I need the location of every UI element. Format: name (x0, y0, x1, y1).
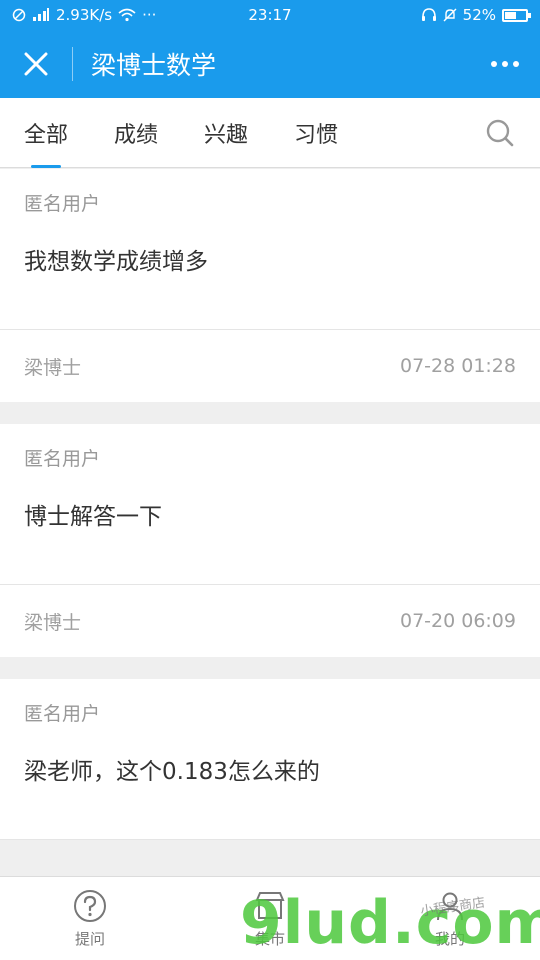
question-icon (74, 890, 106, 922)
post-replier: 梁博士 (24, 611, 82, 634)
mute-bell-icon (443, 8, 457, 22)
post-author: 匿名用户 (24, 448, 101, 470)
wifi-icon (118, 8, 136, 22)
nav-bar: 梁博士数学 (0, 30, 540, 98)
post-text: 梁老师，这个0.183怎么来的 (24, 759, 320, 785)
store-icon (255, 892, 285, 919)
tab-habits[interactable]: 习惯 (294, 98, 338, 168)
bottom-nav-market[interactable]: 集市 (180, 877, 360, 960)
post-author: 匿名用户 (24, 193, 101, 215)
bottom-nav-label: 我的 (434, 930, 465, 948)
battery-level (505, 11, 517, 19)
post-footer: 梁博士 07-28 01:28 (0, 330, 540, 402)
post-replier: 梁博士 (24, 356, 82, 379)
post-card[interactable]: 匿名用户 博士解答一下 梁博士 07-20 06:09 (0, 424, 540, 657)
battery-icon (502, 8, 531, 22)
more-dot-icon (513, 61, 519, 67)
more-dot-icon (502, 61, 508, 67)
tab-interest[interactable]: 兴趣 (204, 98, 248, 168)
status-right: 52% (328, 6, 531, 24)
post-body: 匿名用户 梁老师，这个0.183怎么来的 (0, 679, 540, 840)
post-list: 匿名用户 我想数学成绩增多 梁博士 07-28 01:28 匿名用户 博士解答一… (0, 169, 540, 862)
signal-icon (33, 8, 49, 21)
status-time: 23:17 (248, 6, 292, 24)
more-button[interactable] (470, 30, 540, 98)
bottom-nav-label: 集市 (254, 930, 285, 948)
more-dot-icon (491, 61, 497, 67)
post-text: 我想数学成绩增多 (24, 249, 208, 275)
bottom-nav-ask[interactable]: 提问 (0, 877, 180, 960)
status-left: 2.93K/s ··· (12, 6, 212, 24)
tab-all[interactable]: 全部 (24, 98, 68, 168)
post-text: 博士解答一下 (24, 504, 162, 530)
close-icon (24, 52, 48, 76)
post-body: 匿名用户 我想数学成绩增多 (0, 169, 540, 330)
post-footer: 梁博士 07-20 06:09 (0, 585, 540, 657)
no-disturb-icon (12, 8, 26, 22)
tab-grades[interactable]: 成绩 (114, 98, 158, 168)
post-author: 匿名用户 (24, 703, 101, 725)
battery-percent: 52% (462, 6, 496, 24)
page-title: 梁博士数学 (91, 51, 217, 80)
search-icon (486, 119, 514, 146)
status-dots: ··· (142, 6, 157, 24)
post-timestamp: 07-20 06:09 (399, 610, 516, 632)
category-tabs: 全部 成绩 兴趣 习惯 (0, 98, 540, 168)
post-body: 匿名用户 博士解答一下 (0, 424, 540, 585)
post-card[interactable]: 匿名用户 我想数学成绩增多 梁博士 07-28 01:28 (0, 169, 540, 402)
status-bar: 2.93K/s ··· 23:17 52% (0, 0, 540, 30)
bottom-nav-mine[interactable]: 我的 (360, 877, 540, 960)
nav-divider (72, 47, 73, 81)
bottom-nav: 提问 集市 我的 (0, 876, 540, 960)
network-speed: 2.93K/s (56, 6, 113, 24)
post-timestamp: 07-28 01:28 (399, 355, 516, 377)
close-button[interactable] (0, 30, 72, 98)
search-button[interactable] (460, 98, 540, 168)
headset-icon (421, 8, 436, 21)
post-card[interactable]: 匿名用户 梁老师，这个0.183怎么来的 (0, 679, 540, 840)
user-icon (437, 892, 463, 921)
bottom-nav-label: 提问 (74, 930, 105, 948)
